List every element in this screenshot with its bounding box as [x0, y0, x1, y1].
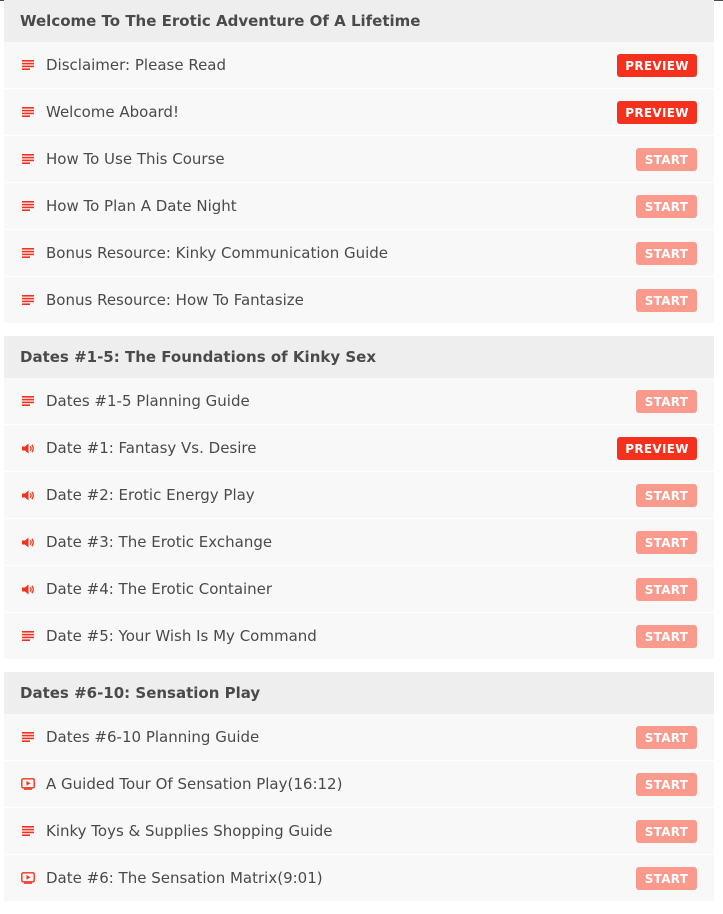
lecture-item[interactable]: Dates #6-10 Planning Guide START — [4, 714, 714, 761]
lecture-title[interactable]: Date #1: Fantasy Vs. Desire — [46, 439, 256, 457]
start-button[interactable]: START — [636, 578, 697, 601]
start-button[interactable]: START — [636, 820, 697, 843]
lecture-item[interactable]: Bonus Resource: Kinky Communication Guid… — [4, 230, 714, 277]
lecture-item[interactable]: Date #2: Erotic Energy Play START — [4, 472, 714, 519]
section-title: Dates #6-10: Sensation Play — [4, 672, 714, 714]
lecture-title[interactable]: Disclaimer: Please Read — [46, 56, 226, 74]
text-lines-icon — [21, 107, 35, 117]
speaker-icon — [21, 443, 35, 454]
text-lines-icon — [21, 248, 35, 258]
course-section: Dates #1-5: The Foundations of Kinky Sex… — [4, 336, 714, 660]
section-title: Dates #1-5: The Foundations of Kinky Sex — [4, 336, 714, 378]
course-section: Dates #6-10: Sensation Play Dates #6-10 P… — [4, 672, 714, 902]
lecture-title[interactable]: Date #5: Your Wish Is My Command — [46, 627, 317, 645]
lecture-title[interactable]: Dates #6-10 Planning Guide — [46, 728, 259, 746]
lecture-title[interactable]: Date #3: The Erotic Exchange — [46, 533, 272, 551]
lecture-title[interactable]: How To Use This Course — [46, 150, 225, 168]
preview-button[interactable]: PREVIEW — [617, 437, 697, 460]
text-lines-icon — [21, 60, 35, 70]
lecture-title[interactable]: Kinky Toys & Supplies Shopping Guide — [46, 822, 333, 840]
start-button[interactable]: START — [636, 484, 697, 507]
text-lines-icon — [21, 826, 35, 836]
lecture-title[interactable]: Dates #1-5 Planning Guide — [46, 392, 250, 410]
start-button[interactable]: START — [636, 726, 697, 749]
text-lines-icon — [21, 631, 35, 641]
start-button[interactable]: START — [636, 289, 697, 312]
lecture-item[interactable]: Date #1: Fantasy Vs. Desire PREVIEW — [4, 425, 714, 472]
start-button[interactable]: START — [636, 390, 697, 413]
start-button[interactable]: START — [636, 625, 697, 648]
lecture-item[interactable]: Bonus Resource: How To Fantasize START — [4, 277, 714, 324]
preview-button[interactable]: PREVIEW — [617, 54, 697, 77]
lecture-item[interactable]: A Guided Tour Of Sensation Play(16:12) ST… — [4, 761, 714, 808]
text-lines-icon — [21, 201, 35, 211]
section-title: Welcome To The Erotic Adventure Of A Lif… — [4, 0, 714, 42]
lecture-item[interactable]: How To Plan A Date Night START — [4, 183, 714, 230]
start-button[interactable]: START — [636, 242, 697, 265]
lecture-item[interactable]: How To Use This Course START — [4, 136, 714, 183]
lecture-item[interactable]: Date #3: The Erotic Exchange START — [4, 519, 714, 566]
start-button[interactable]: START — [636, 867, 697, 890]
speaker-icon — [21, 490, 35, 501]
lecture-title[interactable]: Welcome Aboard! — [46, 103, 179, 121]
lecture-item[interactable]: Welcome Aboard! PREVIEW — [4, 89, 714, 136]
text-lines-icon — [21, 154, 35, 164]
lecture-title[interactable]: Bonus Resource: How To Fantasize — [46, 291, 304, 309]
lecture-item[interactable]: Kinky Toys & Supplies Shopping Guide STAR… — [4, 808, 714, 855]
lecture-title[interactable]: A Guided Tour Of Sensation Play(16:12) — [46, 775, 342, 793]
lecture-title[interactable]: Date #2: Erotic Energy Play — [46, 486, 255, 504]
preview-button[interactable]: PREVIEW — [617, 101, 697, 124]
video-play-icon — [21, 872, 35, 884]
course-curriculum: Welcome To The Erotic Adventure Of A Lif… — [4, 0, 714, 914]
speaker-icon — [21, 584, 35, 595]
lecture-title[interactable]: Date #6: The Sensation Matrix(9:01) — [46, 869, 323, 887]
start-button[interactable]: START — [636, 531, 697, 554]
lecture-title[interactable]: How To Plan A Date Night — [46, 197, 237, 215]
lecture-item[interactable]: Disclaimer: Please Read PREVIEW — [4, 42, 714, 89]
speaker-icon — [21, 537, 35, 548]
text-lines-icon — [21, 732, 35, 742]
lecture-item[interactable]: Date #4: The Erotic Container START — [4, 566, 714, 613]
video-play-icon — [21, 778, 35, 790]
lecture-item[interactable]: Date #5: Your Wish Is My Command START — [4, 613, 714, 660]
lecture-title[interactable]: Date #4: The Erotic Container — [46, 580, 272, 598]
start-button[interactable]: START — [636, 773, 697, 796]
lecture-title[interactable]: Bonus Resource: Kinky Communication Guid… — [46, 244, 388, 262]
start-button[interactable]: START — [636, 148, 697, 171]
text-lines-icon — [21, 295, 35, 305]
lecture-item[interactable]: Dates #1-5 Planning Guide START — [4, 378, 714, 425]
start-button[interactable]: START — [636, 195, 697, 218]
text-lines-icon — [21, 396, 35, 406]
lecture-item[interactable]: Date #6: The Sensation Matrix(9:01) START — [4, 855, 714, 902]
course-section: Welcome To The Erotic Adventure Of A Lif… — [4, 0, 714, 324]
